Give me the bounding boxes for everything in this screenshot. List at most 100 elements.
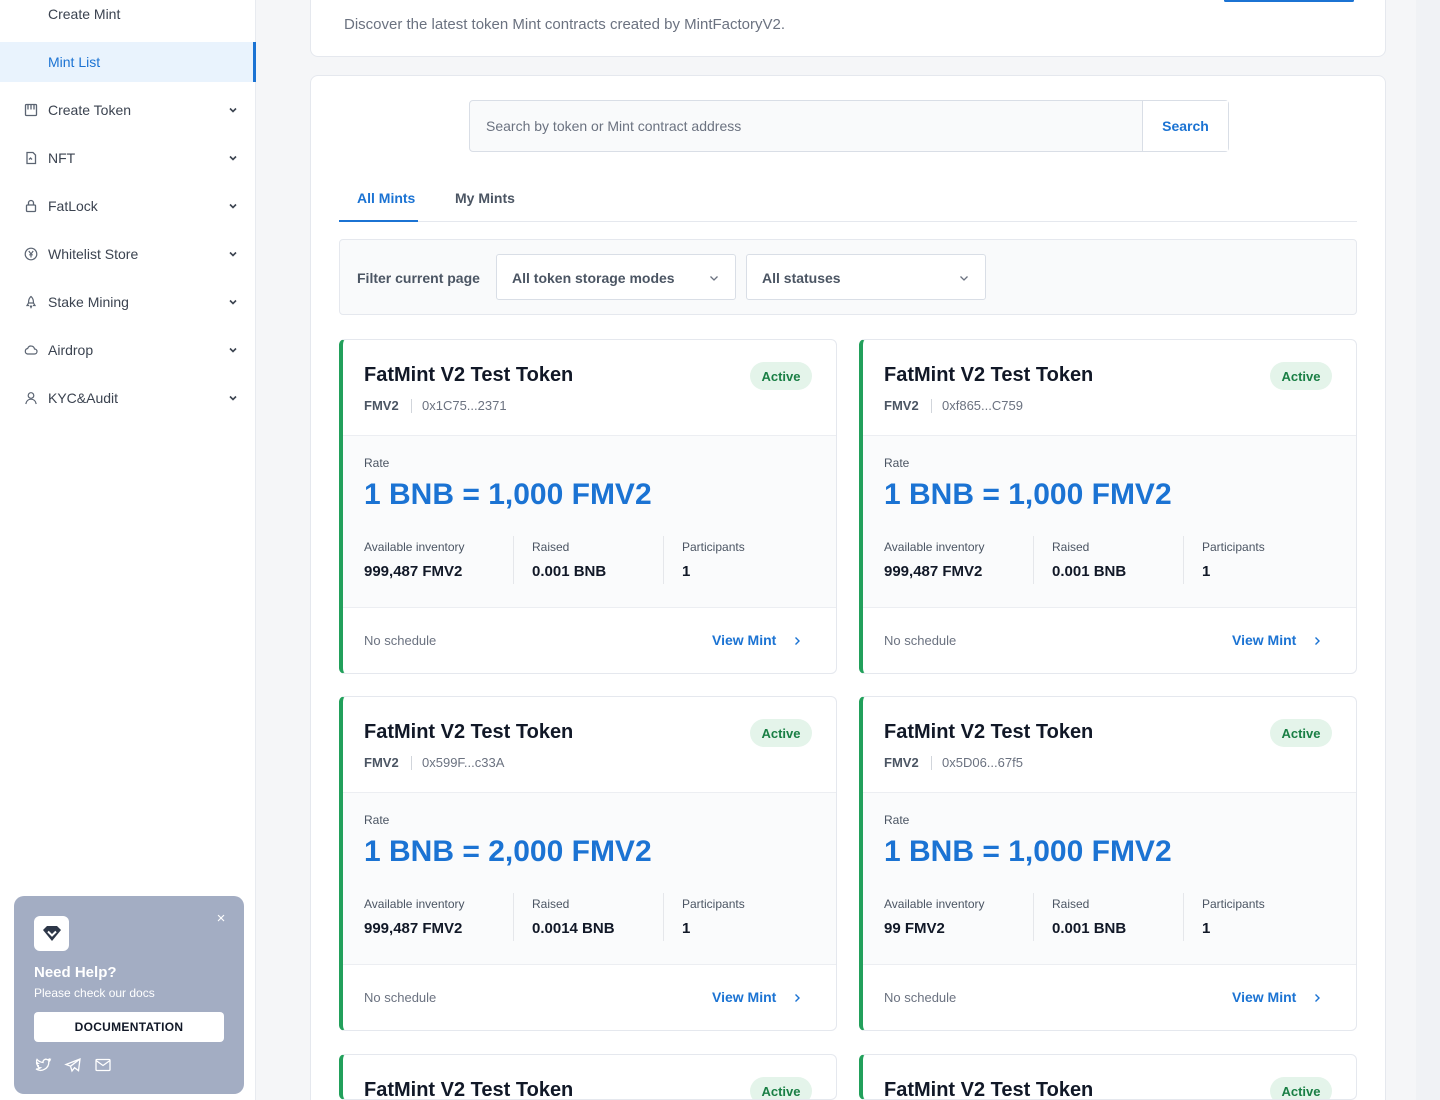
- storage-mode-value: All token storage modes: [512, 270, 675, 286]
- chevron-down-icon: [229, 251, 237, 257]
- divider: [411, 399, 412, 413]
- sidebar-item-mint-list[interactable]: Mint List: [0, 42, 256, 82]
- status-badge: Active: [750, 1077, 812, 1099]
- help-title: Need Help?: [34, 964, 117, 981]
- nft-icon: [23, 150, 39, 166]
- sidebar-item-label: Create Mint: [48, 6, 121, 22]
- chevron-right-icon[interactable]: [791, 992, 803, 1004]
- mint-title: FatMint V2 Test Token: [884, 721, 1094, 743]
- sidebar-item-stake-mining[interactable]: Stake Mining: [0, 282, 256, 322]
- mint-card[interactable]: FatMint V2 Test Token Active: [859, 1054, 1357, 1100]
- sidebar-item-whitelist-store[interactable]: Whitelist Store: [0, 234, 256, 274]
- mint-card[interactable]: FatMint V2 Test Token Active FMV2 0x5D06…: [859, 696, 1357, 1031]
- close-icon[interactable]: ×: [214, 910, 228, 927]
- documentation-button[interactable]: DOCUMENTATION: [34, 1012, 224, 1042]
- participants-value: 1: [682, 563, 691, 580]
- status-badge: Active: [1270, 362, 1332, 390]
- view-mint-link[interactable]: View Mint: [1232, 989, 1296, 1005]
- sidebar-item-label: Create Token: [48, 102, 132, 118]
- schedule-text: No schedule: [364, 990, 437, 1005]
- twitter-icon[interactable]: [34, 1056, 52, 1074]
- raised-label: Raised: [532, 897, 570, 911]
- mint-card[interactable]: FatMint V2 Test Token Active FMV2 0x1C75…: [339, 339, 837, 674]
- yen-coin-icon: [23, 246, 39, 262]
- header-action-button[interactable]: [1224, 0, 1354, 2]
- inventory-value: 999,487 FMV2: [364, 920, 463, 937]
- divider: [411, 756, 412, 770]
- tab-my-mints[interactable]: My Mints: [455, 186, 515, 222]
- rate-label: Rate: [364, 456, 390, 470]
- mint-title: FatMint V2 Test Token: [884, 364, 1094, 386]
- inventory-label: Available inventory: [884, 540, 985, 554]
- divider: [1033, 893, 1034, 941]
- mint-details: Rate 1 BNB = 1,000 FMV2 Available invent…: [343, 435, 836, 608]
- token-symbol: FMV2: [884, 398, 919, 413]
- token-symbol: FMV2: [364, 755, 399, 770]
- mint-card[interactable]: FatMint V2 Test Token Active: [339, 1054, 837, 1100]
- sidebar-item-label: KYC&Audit: [48, 390, 119, 406]
- sidebar-item-label: NFT: [48, 150, 76, 166]
- inventory-value: 999,487 FMV2: [364, 563, 463, 580]
- mint-card[interactable]: FatMint V2 Test Token Active FMV2 0xf865…: [859, 339, 1357, 674]
- divider: [931, 399, 932, 413]
- chevron-down-icon: [229, 395, 237, 401]
- contract-address[interactable]: 0x5D06...67f5: [942, 755, 1023, 770]
- raised-value: 0.0014 BNB: [532, 920, 615, 937]
- contract-address[interactable]: 0x599F...c33A: [422, 755, 504, 770]
- sidebar-item-create-token[interactable]: Create Token: [0, 90, 256, 130]
- sidebar-item-label: Stake Mining: [48, 294, 129, 310]
- storage-mode-select[interactable]: All token storage modes: [496, 254, 736, 300]
- mint-details: Rate 1 BNB = 1,000 FMV2 Available invent…: [863, 792, 1356, 965]
- inventory-value: 999,487 FMV2: [884, 563, 983, 580]
- page-header-card: Discover the latest token Mint contracts…: [310, 0, 1386, 57]
- raised-value: 0.001 BNB: [1052, 563, 1127, 580]
- rate-label: Rate: [364, 813, 390, 827]
- view-mint-link[interactable]: View Mint: [1232, 632, 1296, 648]
- chevron-right-icon[interactable]: [791, 635, 803, 647]
- divider: [931, 756, 932, 770]
- view-mint-link[interactable]: View Mint: [712, 989, 776, 1005]
- email-icon[interactable]: [94, 1056, 112, 1074]
- search-bar: Search: [469, 100, 1229, 152]
- help-subtitle: Please check our docs: [34, 986, 155, 1000]
- chevron-down-icon: [229, 203, 237, 209]
- raised-value: 0.001 BNB: [1052, 920, 1127, 937]
- rate-value: 1 BNB = 1,000 FMV2: [884, 478, 1172, 511]
- search-input[interactable]: [470, 101, 1142, 151]
- status-select[interactable]: All statuses: [746, 254, 986, 300]
- filter-bar: Filter current page All token storage mo…: [339, 239, 1357, 315]
- lock-icon: [23, 198, 39, 214]
- divider: [513, 893, 514, 941]
- search-button[interactable]: Search: [1142, 101, 1228, 151]
- chevron-right-icon[interactable]: [1311, 635, 1323, 647]
- page-description: Discover the latest token Mint contracts…: [344, 16, 786, 33]
- user-icon: [23, 390, 39, 406]
- divider: [1183, 536, 1184, 584]
- sidebar-item-airdrop[interactable]: Airdrop: [0, 330, 256, 370]
- sidebar-item-nft[interactable]: NFT: [0, 138, 256, 178]
- participants-value: 1: [1202, 563, 1211, 580]
- telegram-icon[interactable]: [64, 1056, 82, 1074]
- view-mint-link[interactable]: View Mint: [712, 632, 776, 648]
- mint-details: Rate 1 BNB = 1,000 FMV2 Available invent…: [863, 435, 1356, 608]
- chevron-down-icon: [229, 299, 237, 305]
- filter-label: Filter current page: [357, 270, 480, 286]
- chevron-right-icon[interactable]: [1311, 992, 1323, 1004]
- sidebar-item-create-mint[interactable]: Create Mint: [0, 0, 256, 34]
- sidebar-item-kyc-audit[interactable]: KYC&Audit: [0, 378, 256, 418]
- mint-card[interactable]: FatMint V2 Test Token Active FMV2 0x599F…: [339, 696, 837, 1031]
- contract-address[interactable]: 0x1C75...2371: [422, 398, 507, 413]
- sidebar: Create Mint Mint List Create Token NFT F…: [0, 0, 256, 1100]
- contract-address[interactable]: 0xf865...C759: [942, 398, 1023, 413]
- token-symbol: FMV2: [364, 398, 399, 413]
- status-badge: Active: [750, 719, 812, 747]
- schedule-text: No schedule: [884, 990, 957, 1005]
- raised-label: Raised: [1052, 897, 1090, 911]
- sidebar-item-fatlock[interactable]: FatLock: [0, 186, 256, 226]
- rate-value: 1 BNB = 1,000 FMV2: [364, 478, 652, 511]
- scrollbar-track[interactable]: [1416, 0, 1440, 1100]
- tab-all-mints[interactable]: All Mints: [339, 186, 418, 222]
- divider: [1033, 536, 1034, 584]
- raised-value: 0.001 BNB: [532, 563, 607, 580]
- participants-label: Participants: [682, 540, 745, 554]
